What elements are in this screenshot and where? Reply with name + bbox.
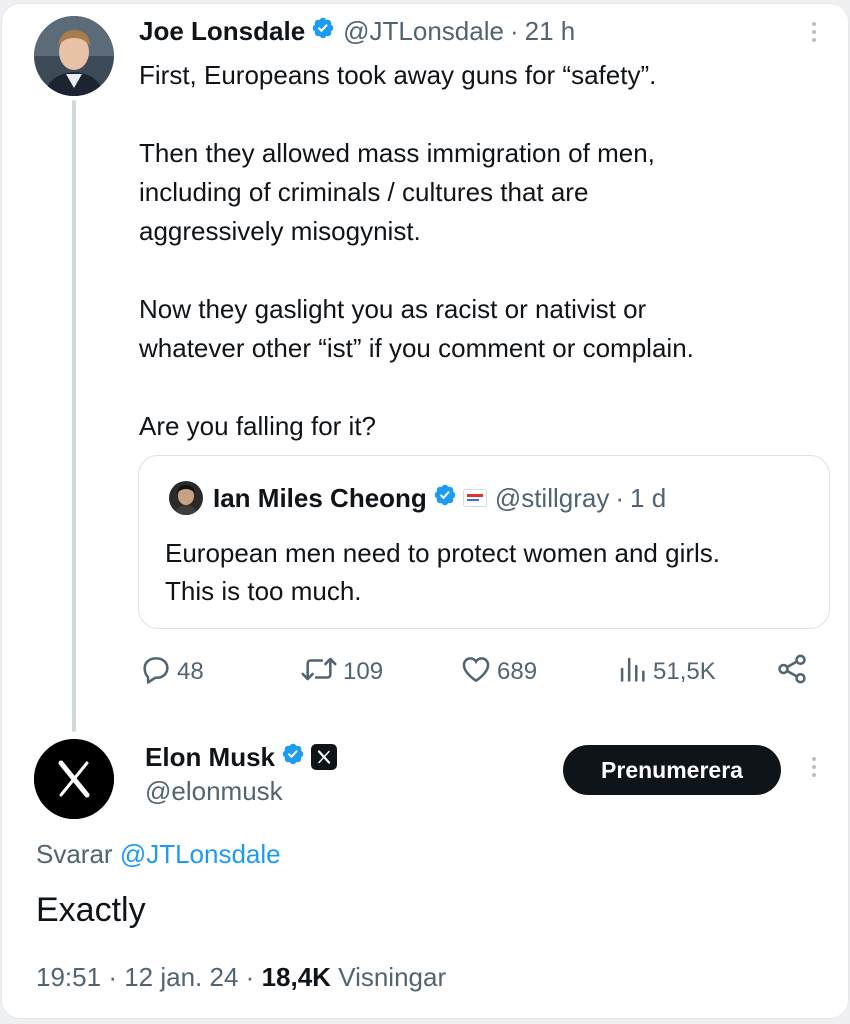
replying-prefix: Svarar bbox=[36, 839, 113, 869]
separator-dot: · bbox=[615, 482, 625, 513]
avatar-joe-lonsdale[interactable] bbox=[34, 16, 114, 96]
more-options-icon[interactable] bbox=[809, 757, 819, 777]
replying-to-line: Svarar @JTLonsdale bbox=[36, 839, 281, 870]
tweet-paragraph: First, Europeans took away guns for “saf… bbox=[139, 60, 657, 90]
separator-dot: · bbox=[509, 15, 519, 46]
parent-tweet-text: First, Europeans took away guns for “saf… bbox=[139, 56, 819, 446]
tweet-paragraph: Then they allowed mass immigration of me… bbox=[139, 138, 655, 246]
separator-dot: · bbox=[245, 962, 255, 992]
views-count: 51,5K bbox=[653, 658, 716, 685]
like-count: 689 bbox=[497, 658, 538, 685]
tweet-time[interactable]: 19:51 bbox=[36, 962, 101, 992]
reply-author-handle[interactable]: @elonmusk bbox=[145, 776, 283, 807]
reply-count: 48 bbox=[177, 658, 204, 685]
quoted-tweet-text: European men need to protect women and g… bbox=[165, 538, 721, 606]
reply-author-name[interactable]: Elon Musk bbox=[145, 742, 275, 773]
avatar-elon-musk[interactable] bbox=[34, 739, 114, 819]
x-affiliate-icon bbox=[311, 744, 338, 770]
author-handle[interactable]: @JTLonsdale bbox=[343, 16, 504, 47]
tweet-time[interactable]: 21 h bbox=[525, 16, 576, 47]
share-icon bbox=[775, 652, 813, 693]
quoted-tweet-card[interactable]: Ian Miles Cheong @stillgray · 1 d Europe… bbox=[138, 455, 830, 629]
tweet-actions-bar: 48 109 689 51,5K bbox=[139, 652, 819, 692]
views-count: 18,4K bbox=[261, 962, 331, 992]
views-button[interactable]: 51,5K bbox=[615, 652, 716, 692]
reply-button[interactable]: 48 bbox=[139, 652, 204, 692]
like-button[interactable]: 689 bbox=[459, 652, 537, 692]
verified-badge-icon bbox=[433, 483, 457, 514]
share-button[interactable] bbox=[775, 652, 813, 692]
tweet-metadata: 19:51 · 12 jan. 24 · 18,4K Visningar bbox=[36, 962, 446, 993]
quoted-author-handle[interactable]: @stillgray bbox=[495, 483, 610, 514]
reply-icon bbox=[139, 652, 177, 693]
verified-badge-icon bbox=[311, 16, 335, 47]
tweet-date[interactable]: 12 jan. 24 bbox=[124, 962, 238, 992]
replying-to-mention[interactable]: @JTLonsdale bbox=[120, 839, 281, 869]
author-name[interactable]: Joe Lonsdale bbox=[139, 16, 305, 47]
quoted-author-name[interactable]: Ian Miles Cheong bbox=[213, 483, 427, 514]
tweet-thread-card: Joe Lonsdale @JTLonsdale · 21 h First, E… bbox=[2, 4, 848, 1018]
analytics-icon bbox=[615, 652, 653, 693]
tweet-paragraph: Now they gaslight you as racist or nativ… bbox=[139, 294, 694, 363]
more-options-icon[interactable] bbox=[809, 22, 819, 42]
parent-tweet-header: Joe Lonsdale @JTLonsdale · 21 h bbox=[139, 14, 575, 48]
quoted-tweet-time[interactable]: 1 d bbox=[630, 483, 666, 514]
avatar-ian-miles-cheong[interactable] bbox=[169, 481, 203, 515]
heart-icon bbox=[459, 652, 497, 693]
views-label: Visningar bbox=[338, 962, 447, 992]
quoted-tweet-header: Ian Miles Cheong @stillgray · 1 d bbox=[169, 480, 666, 516]
reply-tweet-text: Exactly bbox=[36, 891, 146, 929]
verified-badge-icon bbox=[281, 742, 305, 773]
repost-button[interactable]: 109 bbox=[299, 652, 383, 692]
reply-author-header: Elon Musk bbox=[145, 740, 338, 774]
subscribe-button[interactable]: Prenumerera bbox=[563, 745, 781, 795]
affiliate-badge-icon bbox=[462, 489, 487, 507]
repost-icon bbox=[299, 652, 343, 693]
tweet-paragraph: Are you falling for it? bbox=[139, 411, 377, 441]
repost-count: 109 bbox=[343, 658, 384, 685]
thread-connector-line bbox=[72, 100, 76, 732]
separator-dot: · bbox=[108, 962, 117, 992]
